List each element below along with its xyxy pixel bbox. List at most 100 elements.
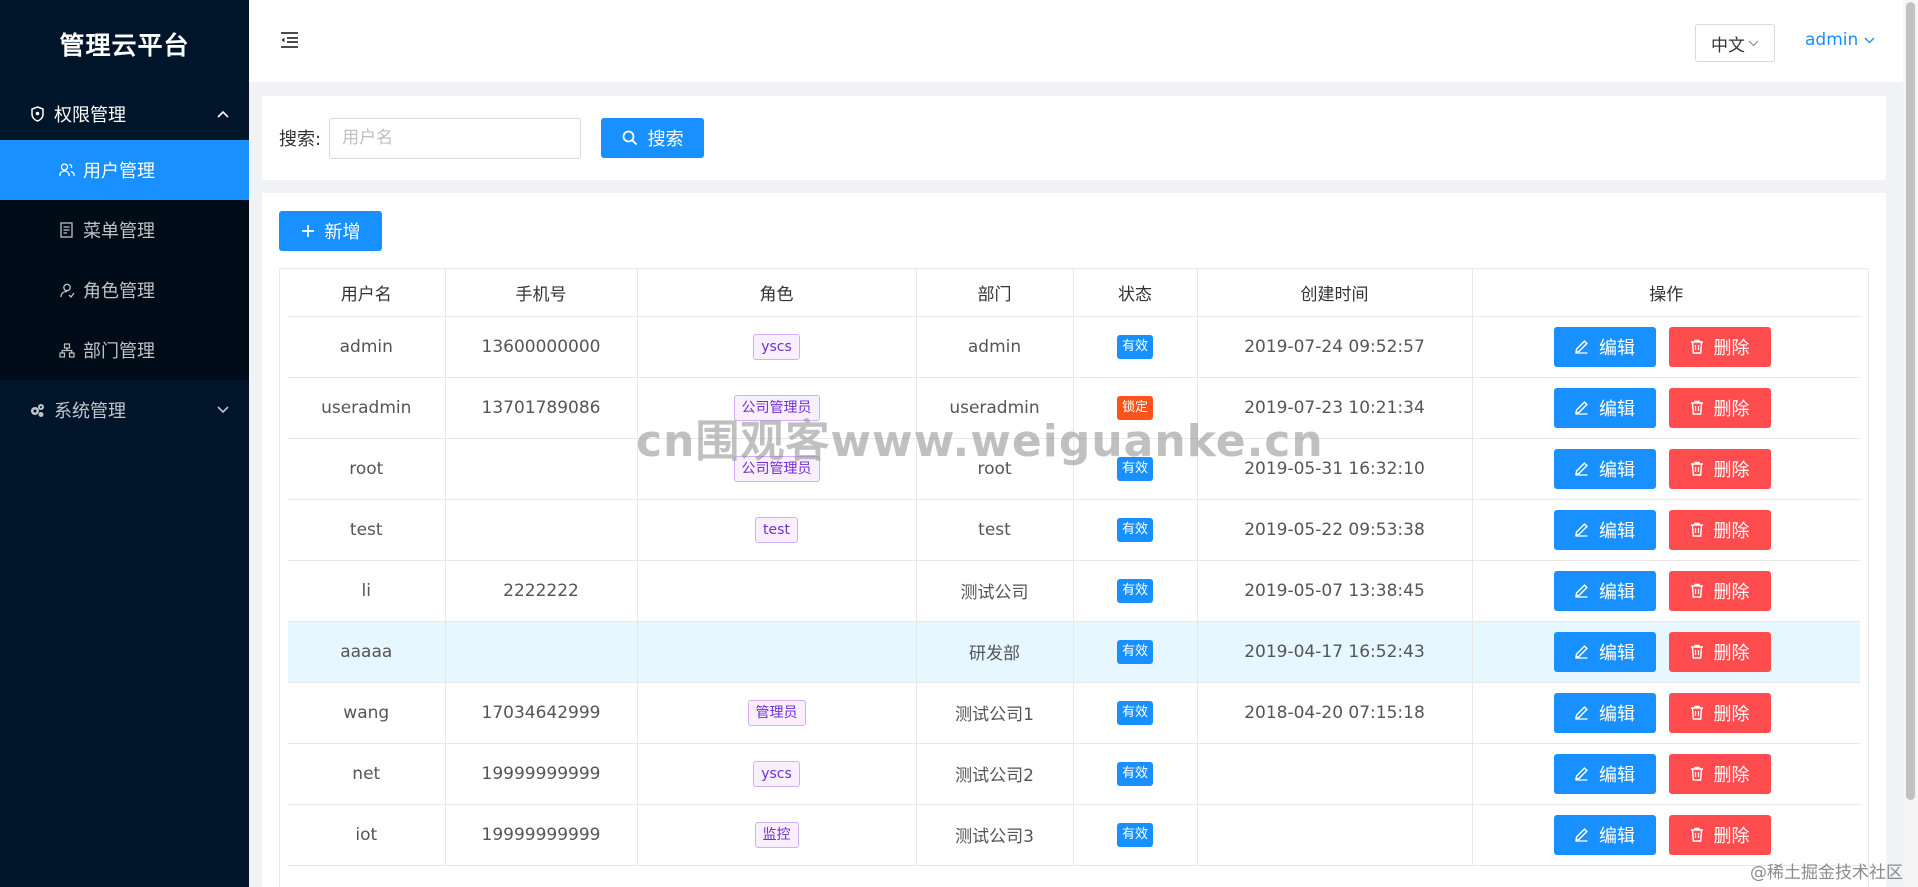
top-header: 中文 admin	[249, 0, 1903, 82]
add-user-button[interactable]: 新增	[279, 211, 382, 251]
sidebar-item-label: 角色管理	[83, 281, 155, 302]
status-badge: 有效	[1116, 517, 1153, 542]
role-tag: 公司管理员	[733, 394, 820, 421]
cell-phone: 19999999999	[445, 804, 638, 866]
cell-status: 有效	[1073, 621, 1198, 683]
cell-role: yscs	[637, 743, 917, 805]
delete-button-label: 删除	[1713, 459, 1750, 481]
cell-phone: 17034642999	[445, 682, 638, 744]
column-header-department: 部门	[916, 269, 1074, 317]
edit-button[interactable]: 编辑	[1553, 753, 1656, 794]
trash-icon	[1690, 400, 1704, 415]
delete-button[interactable]: 删除	[1668, 631, 1771, 672]
table-row[interactable]: iot 19999999999 监控 测试公司3 有效 编辑 删除	[288, 804, 1860, 866]
delete-button[interactable]: 删除	[1668, 387, 1771, 428]
edit-button[interactable]: 编辑	[1553, 570, 1656, 611]
role-tag: 监控	[754, 821, 799, 848]
trash-icon	[1690, 705, 1704, 720]
search-input[interactable]	[329, 117, 582, 159]
cell-created	[1197, 804, 1473, 866]
delete-button-label: 删除	[1713, 825, 1750, 847]
edit-icon	[1574, 461, 1589, 476]
edit-button[interactable]: 编辑	[1553, 326, 1656, 367]
cell-role	[637, 621, 917, 683]
table-row[interactable]: test test test 有效 2019-05-22 09:53:38 编辑 删除	[288, 499, 1860, 561]
column-header-status: 状态	[1073, 269, 1198, 317]
user-name: admin	[1805, 30, 1859, 50]
sidebar-item-menus[interactable]: 菜单管理	[0, 200, 249, 260]
role-tag: yscs	[753, 760, 800, 787]
cell-created: 2019-07-23 10:21:34	[1197, 377, 1473, 439]
cell-actions: 编辑 删除	[1472, 377, 1860, 439]
edit-button[interactable]: 编辑	[1553, 631, 1656, 672]
edit-icon	[1574, 644, 1589, 659]
cell-created: 2019-04-17 16:52:43	[1197, 621, 1473, 683]
role-tag: test	[755, 516, 798, 543]
watermark-corner: @稀土掘金技术社区	[1750, 863, 1903, 883]
cell-role: 管理员	[637, 682, 917, 744]
status-badge: 有效	[1116, 761, 1153, 786]
cell-actions: 编辑 删除	[1472, 316, 1860, 378]
delete-button[interactable]: 删除	[1668, 509, 1771, 550]
status-badge: 有效	[1116, 456, 1153, 481]
delete-button-label: 删除	[1713, 520, 1750, 542]
search-button[interactable]: 搜索	[601, 118, 705, 158]
cell-created: 2019-05-22 09:53:38	[1197, 499, 1473, 561]
table-row[interactable]: net 19999999999 yscs 测试公司2 有效 编辑 删除	[288, 743, 1860, 805]
app-logo: 管理云平台	[59, 31, 190, 60]
table-row[interactable]: li 2222222 测试公司 有效 2019-05-07 13:38:45 编辑 删除	[288, 560, 1860, 622]
language-select[interactable]: 中文	[1695, 24, 1775, 62]
delete-button[interactable]: 删除	[1668, 570, 1771, 611]
chevron-down-icon	[1864, 33, 1875, 47]
cell-username: li	[288, 560, 446, 622]
page-scrollbar[interactable]	[1903, 0, 1918, 887]
table-header-row: 用户名 手机号 角色 部门 状态 创建时间 操作	[288, 269, 1860, 317]
delete-button-label: 删除	[1713, 764, 1750, 786]
delete-button[interactable]: 删除	[1668, 448, 1771, 489]
edit-button[interactable]: 编辑	[1553, 814, 1656, 855]
cell-department: test	[916, 499, 1074, 561]
edit-button[interactable]: 编辑	[1553, 692, 1656, 733]
edit-button[interactable]: 编辑	[1553, 387, 1656, 428]
edit-button-label: 编辑	[1599, 764, 1635, 786]
table-row[interactable]: root 公司管理员 root 有效 2019-05-31 16:32:10 编辑 删除	[288, 438, 1860, 500]
cell-username: wang	[288, 682, 446, 744]
table-row[interactable]: admin 13600000000 yscs admin 有效 2019-07-24 09…	[288, 316, 1860, 378]
chevron-down-icon	[217, 402, 229, 418]
status-badge: 有效	[1116, 822, 1153, 847]
plus-icon	[301, 224, 315, 238]
chevron-down-icon	[1748, 36, 1759, 50]
delete-button[interactable]: 删除	[1668, 692, 1771, 733]
edit-icon	[1574, 766, 1589, 781]
sidebar-item-departments[interactable]: 部门管理	[0, 320, 249, 380]
cell-role: 监控	[637, 804, 917, 866]
delete-button[interactable]: 删除	[1668, 753, 1771, 794]
user-table: 用户名 手机号 角色 部门 状态 创建时间 操作 admin 1360000000…	[279, 268, 1869, 887]
search-label: 搜索:	[279, 129, 322, 150]
sidebar-item-roles[interactable]: 角色管理	[0, 260, 249, 320]
scrollbar-thumb[interactable]	[1906, 2, 1915, 800]
edit-button[interactable]: 编辑	[1553, 509, 1656, 550]
role-tag: 管理员	[747, 699, 806, 726]
cell-username: aaaaa	[288, 621, 446, 683]
trash-icon	[1690, 461, 1704, 476]
cell-username: admin	[288, 316, 446, 378]
table-row[interactable]: useradmin 13701789086 公司管理员 useradmin 锁定 2019…	[288, 377, 1860, 439]
cell-department: useradmin	[916, 377, 1074, 439]
delete-button[interactable]: 删除	[1668, 326, 1771, 367]
sidebar-item-label: 部门管理	[83, 341, 155, 362]
table-row[interactable]: wang 17034642999 管理员 测试公司1 有效 2018-04-20 07:1…	[288, 682, 1860, 744]
cell-department: root	[916, 438, 1074, 500]
delete-button[interactable]: 删除	[1668, 814, 1771, 855]
sidebar-item-users[interactable]: 用户管理	[0, 140, 249, 200]
menu-group-system[interactable]: 系统管理	[0, 380, 249, 440]
table-row[interactable]: aaaaa 研发部 有效 2019-04-17 16:52:43 编辑 删除	[288, 621, 1860, 683]
menu-group-label: 权限管理	[54, 105, 126, 126]
user-icon	[58, 283, 76, 298]
cell-status: 有效	[1073, 438, 1198, 500]
menu-group-permissions[interactable]: 权限管理	[0, 88, 249, 140]
gears-icon	[28, 403, 46, 418]
edit-button[interactable]: 编辑	[1553, 448, 1656, 489]
menu-fold-icon[interactable]	[277, 28, 301, 52]
user-dropdown[interactable]: admin	[1805, 30, 1875, 50]
